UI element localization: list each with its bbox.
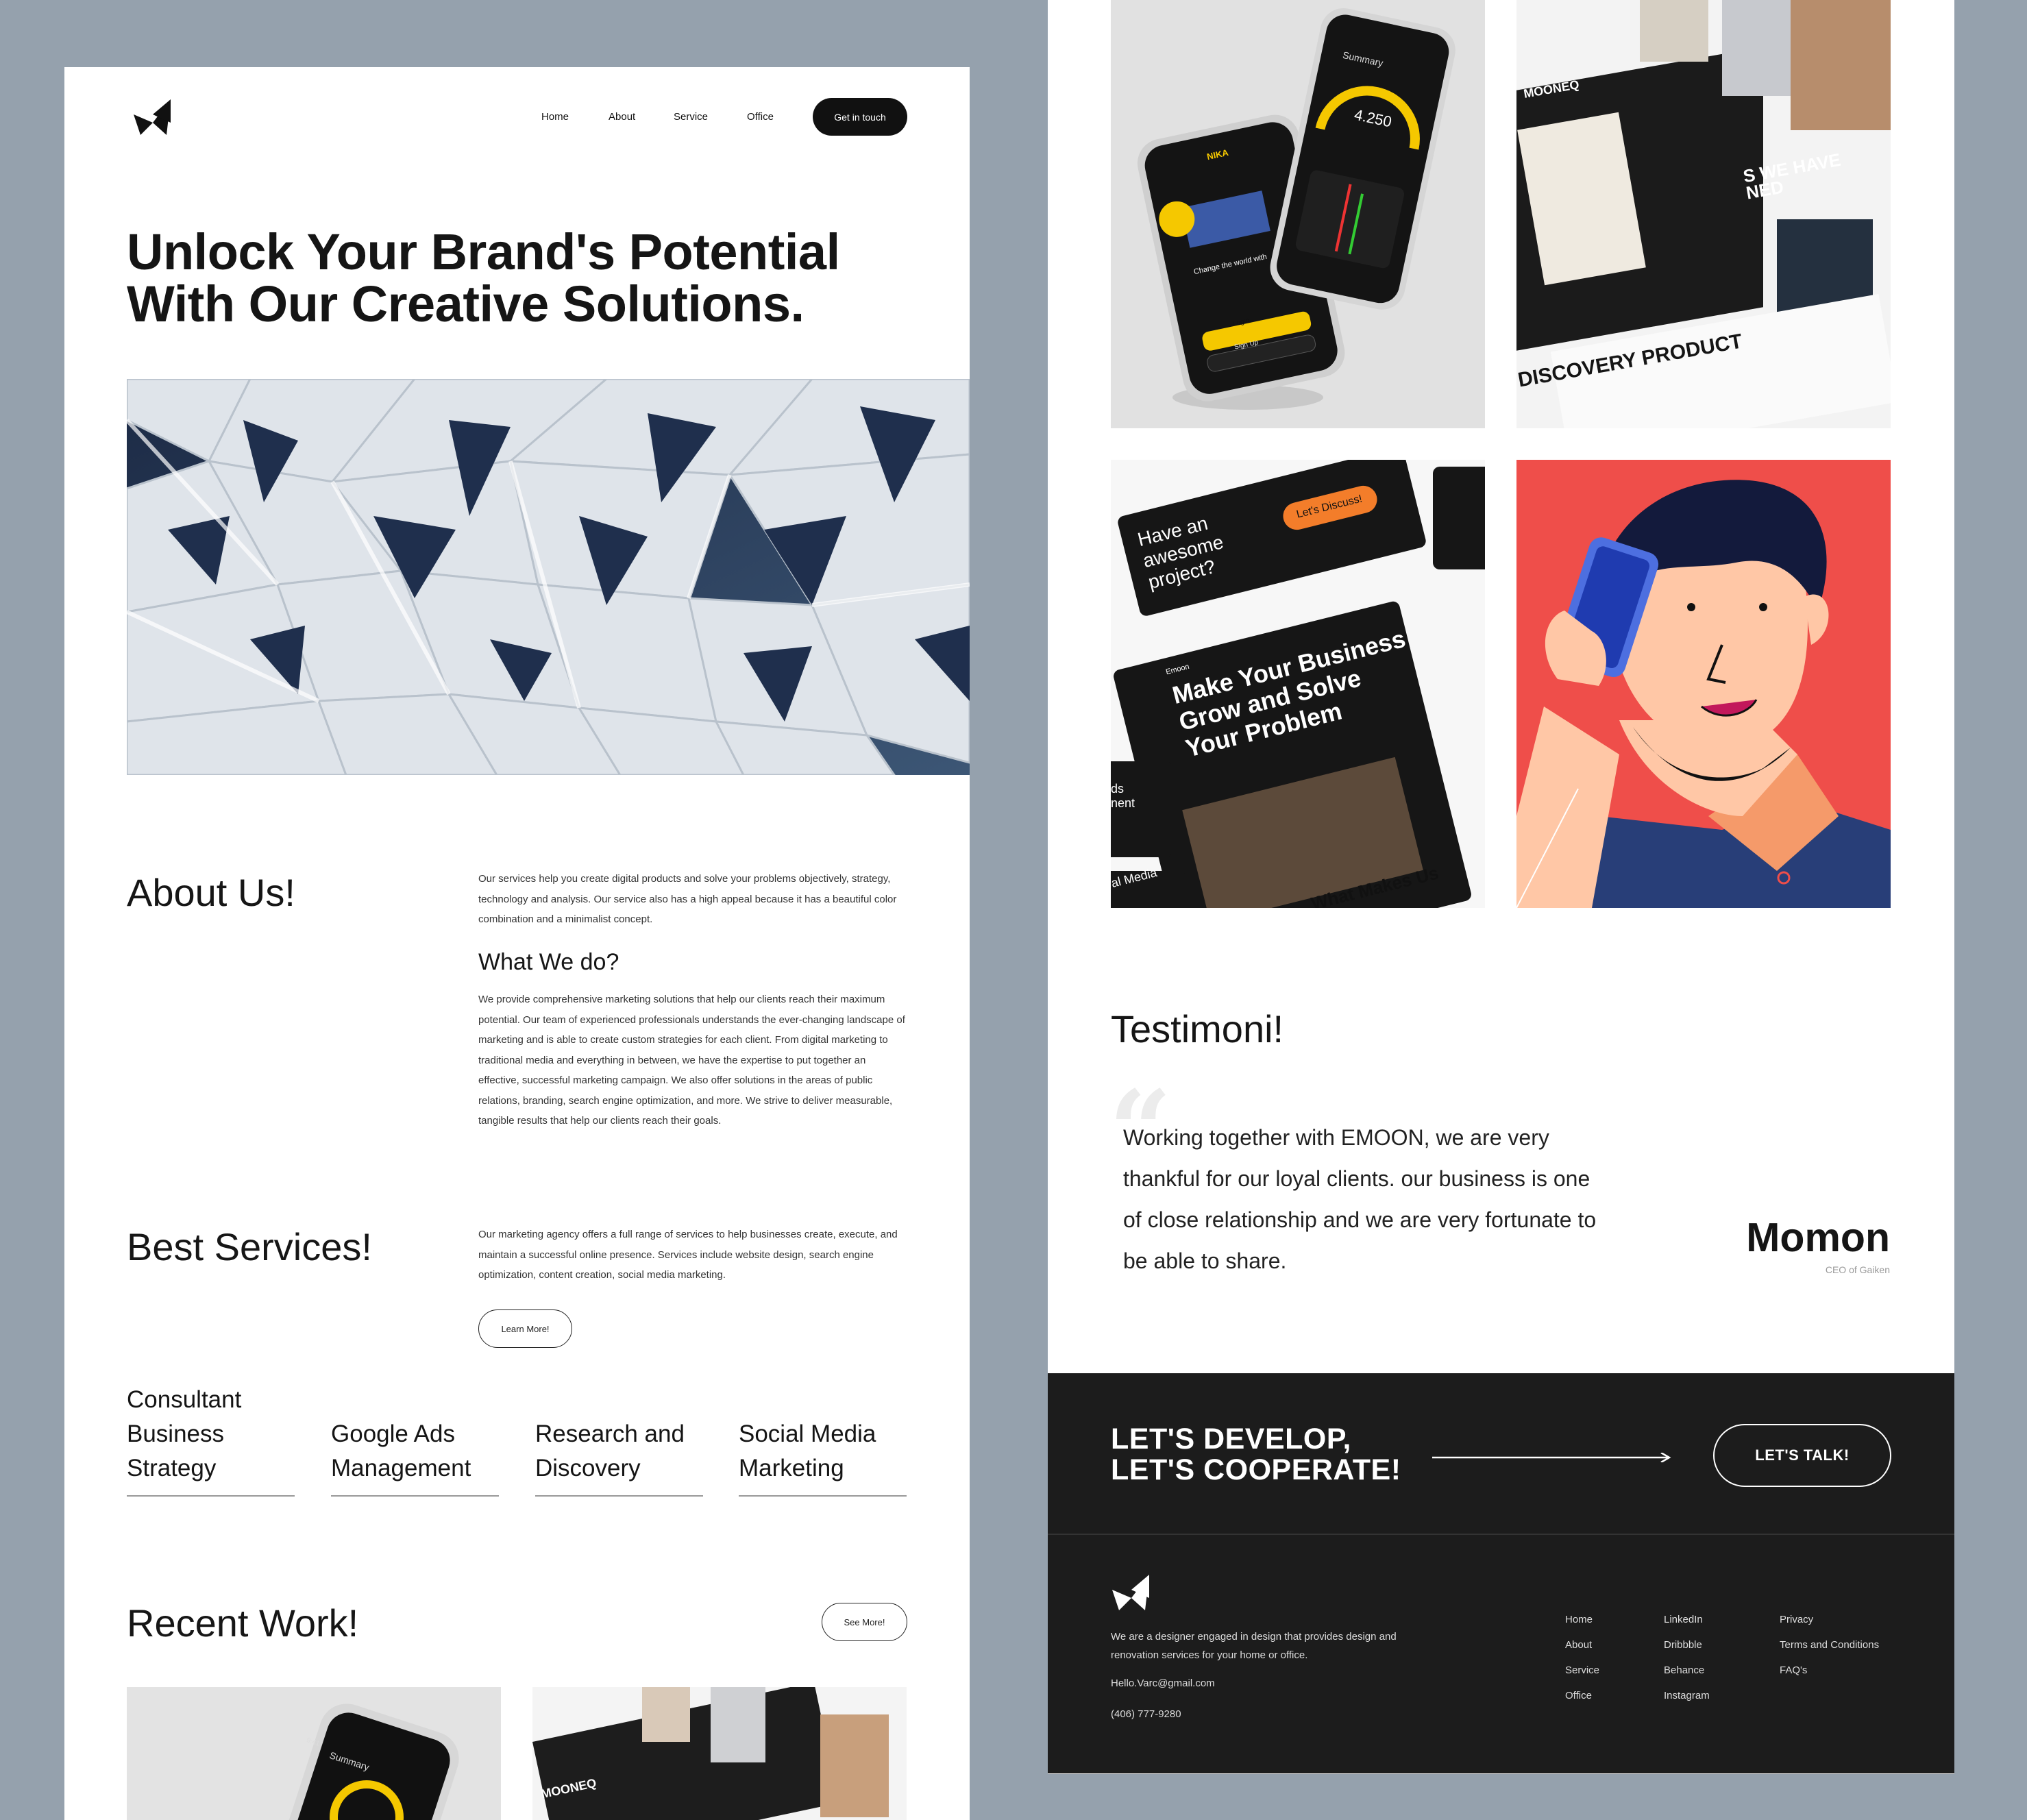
footer-link-terms[interactable]: Terms and Conditions — [1780, 1639, 1879, 1651]
service-item-consultant[interactable]: Consultant Business Strategy — [127, 1383, 295, 1497]
gallery-illustration[interactable] — [1516, 460, 1891, 908]
hero-title: Unlock Your Brand's Potential With Our C… — [127, 226, 922, 330]
cta-heading-line-2: LET'S COOPERATE! — [1111, 1453, 1401, 1486]
nav-home[interactable]: Home — [541, 111, 569, 123]
services-body: Our marketing agency offers a full range… — [478, 1229, 898, 1281]
footer-link-service[interactable]: Service — [1565, 1664, 1599, 1676]
about-body: Our services help you create digital pro… — [478, 873, 897, 925]
cta-heading: LET'S DEVELOP, LET'S COOPERATE! — [1111, 1424, 1401, 1486]
testimonial-author: Momon — [1746, 1215, 1890, 1260]
cta-heading-line-1: LET'S DEVELOP, — [1111, 1423, 1351, 1455]
footer-link-behance[interactable]: Behance — [1664, 1664, 1704, 1676]
footer-link-office[interactable]: Office — [1565, 1690, 1592, 1701]
see-more-button[interactable]: See More! — [822, 1603, 907, 1641]
footer-link-instagram[interactable]: Instagram — [1664, 1690, 1710, 1701]
footer-link-privacy[interactable]: Privacy — [1780, 1614, 1813, 1625]
footer-description: We are a designer engaged in design that… — [1111, 1631, 1397, 1661]
footer-link-linkedin[interactable]: LinkedIn — [1664, 1614, 1703, 1625]
gallery-phone-app[interactable]: Summary 4.250 NIKA Change the world with… — [1111, 0, 1485, 428]
gallery-nt-fragment: ds nent — [1111, 782, 1135, 810]
hero-architecture-image — [127, 379, 970, 775]
gallery-emoon-web[interactable]: Let's Discuss! Have an awesome project? … — [1111, 460, 1485, 908]
gallery-mooneq-fashion[interactable]: MOONEQ S WE HAVE NED DISCOVERY PRODUCT — [1516, 0, 1891, 428]
about-title: About Us! — [127, 871, 295, 914]
recent-work-title: Recent Work! — [127, 1601, 359, 1645]
footer-link-dribbble[interactable]: Dribbble — [1664, 1639, 1702, 1651]
testimonial-role: CEO of Gaiken — [1825, 1264, 1890, 1275]
what-we-do-heading: What We do? — [478, 949, 619, 975]
footer-link-about[interactable]: About — [1565, 1639, 1592, 1651]
get-in-touch-button[interactable]: Get in touch — [813, 98, 907, 136]
lets-talk-button[interactable]: LET'S TALK! — [1713, 1424, 1891, 1487]
service-item-google-ads[interactable]: Google Ads Management — [331, 1417, 499, 1497]
testimonial-quote: Working together with EMOON, we are very… — [1123, 1125, 1597, 1273]
services-title: Best Services! — [127, 1225, 372, 1268]
footer-logo-icon[interactable] — [1111, 1573, 1149, 1612]
arrow-right-icon — [1432, 1453, 1671, 1462]
service-item-research[interactable]: Research and Discovery — [535, 1417, 703, 1497]
testimonial-title: Testimoni! — [1111, 1007, 1284, 1050]
hero-title-line-1: Unlock Your Brand's Potential — [127, 223, 840, 280]
what-we-do-body: We provide comprehensive marketing solut… — [478, 994, 905, 1127]
footer-link-faq[interactable]: FAQ's — [1780, 1664, 1807, 1676]
recent-work-thumb-mooneq[interactable]: MOONEQ — [532, 1687, 907, 1820]
recent-work-thumb-phone[interactable]: Summary 9:41 — [127, 1687, 501, 1820]
service-item-social-media[interactable]: Social Media Marketing — [739, 1417, 907, 1497]
nav-service[interactable]: Service — [674, 111, 708, 123]
nav-office[interactable]: Office — [747, 111, 774, 123]
footer-email[interactable]: Hello.Varc@gmail.com — [1111, 1677, 1215, 1689]
footer-phone[interactable]: (406) 777-9280 — [1111, 1708, 1181, 1720]
footer-link-home[interactable]: Home — [1565, 1614, 1593, 1625]
learn-more-button[interactable]: Learn More! — [478, 1309, 572, 1348]
hero-title-line-2: With Our Creative Solutions. — [127, 275, 804, 332]
nav-about[interactable]: About — [609, 111, 635, 123]
brand-logo-icon[interactable] — [132, 98, 171, 136]
